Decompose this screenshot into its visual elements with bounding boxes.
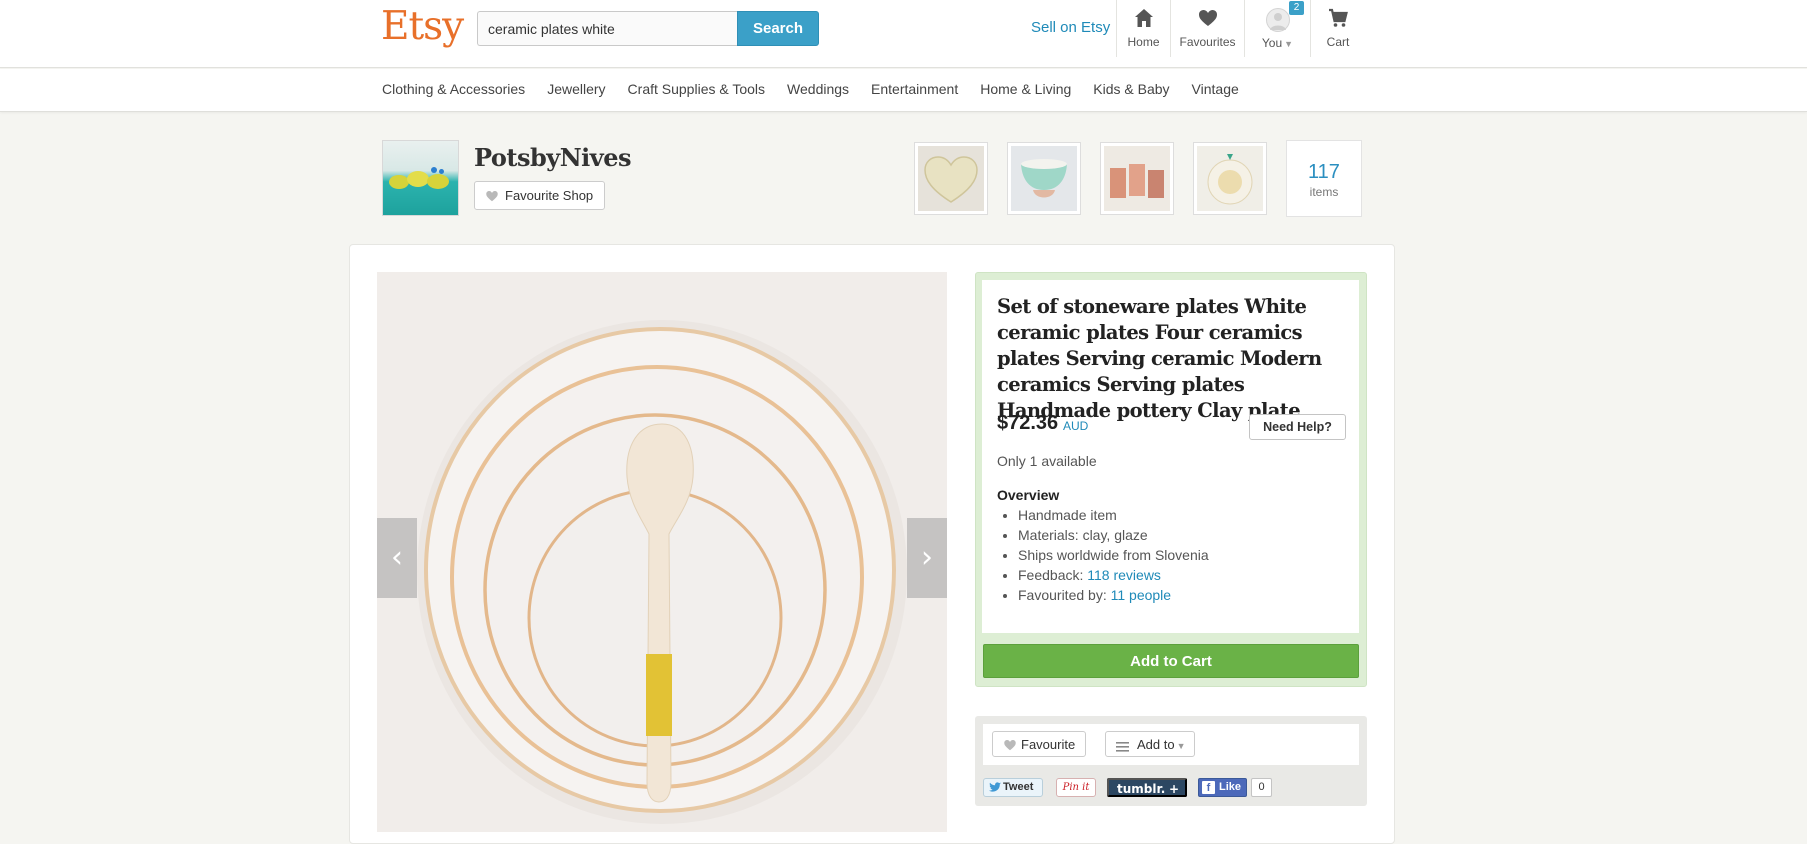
site-header: Etsy Search Sell on Etsy Home Favourites… [0, 0, 1807, 68]
facebook-like-count: 0 [1251, 778, 1272, 797]
chevron-right-icon: › [921, 540, 933, 575]
nav-favourites-label: Favourites [1179, 35, 1236, 49]
favourite-shop-button[interactable]: Favourite Shop [474, 181, 605, 210]
category-entertainment[interactable]: Entertainment [871, 81, 958, 97]
pin-it-button[interactable]: Pin it [1056, 778, 1096, 797]
category-nav: Clothing & Accessories Jewellery Craft S… [0, 69, 1807, 112]
items-label: items [1309, 185, 1339, 199]
category-clothing-accessories[interactable]: Clothing & Accessories [382, 81, 525, 97]
tweet-button[interactable]: Tweet [983, 778, 1043, 797]
facebook-like-label: Like [1219, 781, 1242, 793]
category-kids-baby[interactable]: Kids & Baby [1093, 81, 1169, 97]
thumbnail-image [1197, 146, 1263, 211]
list-item: Favourited by: 11 people [1018, 586, 1209, 606]
notification-badge: 2 [1289, 1, 1304, 15]
twitter-bird-icon [989, 782, 1001, 799]
thumbnail-image [1104, 146, 1170, 211]
sell-on-etsy-link[interactable]: Sell on Etsy [1031, 19, 1110, 36]
category-craft-supplies[interactable]: Craft Supplies & Tools [628, 81, 765, 97]
search-input[interactable] [477, 11, 738, 46]
shop-avatar[interactable] [382, 140, 459, 216]
next-image-arrow[interactable]: › [907, 518, 947, 598]
overview-heading: Overview [997, 487, 1060, 503]
nav-home[interactable]: Home [1116, 0, 1170, 57]
shop-item-thumbnail[interactable] [914, 142, 988, 215]
nav-home-label: Home [1127, 35, 1160, 49]
listing-title: Set of stoneware plates White ceramic pl… [997, 295, 1322, 422]
list-item: Materials: clay, glaze [1018, 526, 1209, 546]
nav-cart[interactable]: Cart [1310, 0, 1365, 57]
shop-item-thumbnail[interactable] [1193, 142, 1267, 215]
etsy-logo[interactable]: Etsy [381, 4, 464, 49]
tweet-label: Tweet [1003, 781, 1034, 793]
heart-icon [485, 189, 499, 205]
shop-name[interactable]: PotsbyNives [474, 143, 632, 172]
tumblr-share-button[interactable]: tumblr. + [1107, 778, 1187, 797]
favourited-people-link[interactable]: 11 people [1111, 587, 1171, 603]
chevron-down-icon: ▼ [1284, 39, 1294, 49]
category-home-living[interactable]: Home & Living [980, 81, 1071, 97]
shop-item-thumbnail[interactable] [1007, 142, 1081, 215]
favourite-shop-label: Favourite Shop [505, 188, 594, 203]
previous-image-arrow[interactable]: ‹ [377, 518, 417, 598]
currency-selector[interactable]: AUD [1063, 419, 1088, 433]
listing-photo[interactable] [377, 272, 947, 832]
favourite-item-label: Favourite [1021, 736, 1076, 752]
add-to-label: Add to [1137, 736, 1175, 752]
nav-cart-label: Cart [1326, 35, 1350, 49]
chevron-left-icon: ‹ [391, 540, 403, 575]
chevron-down-icon: ▼ [1176, 740, 1186, 751]
availability-text: Only 1 available [997, 453, 1097, 469]
listing-price: $72.36 [997, 412, 1059, 434]
list-item: Handmade item [1018, 506, 1209, 526]
overview-list: Handmade item Materials: clay, glaze Shi… [1018, 506, 1209, 606]
shop-item-thumbnail[interactable] [1100, 142, 1174, 215]
reviews-link[interactable]: 118 reviews [1087, 567, 1161, 583]
nav-favourites[interactable]: Favourites [1170, 0, 1244, 57]
plus-icon: + [1168, 782, 1179, 796]
add-to-list-button[interactable]: Add to ▼ [1105, 731, 1195, 757]
category-vintage[interactable]: Vintage [1192, 81, 1239, 97]
list-icon [1116, 740, 1129, 755]
need-help-button[interactable]: Need Help? [1249, 414, 1346, 440]
category-weddings[interactable]: Weddings [787, 81, 849, 97]
items-count: 117 [1308, 161, 1340, 183]
facebook-like-button[interactable]: f Like [1198, 778, 1247, 797]
thumbnail-image [1011, 146, 1077, 211]
tumblr-label: tumblr. [1117, 782, 1166, 796]
home-icon [1117, 7, 1170, 33]
add-to-cart-button[interactable]: Add to Cart [983, 644, 1359, 678]
nav-you-label: You [1261, 36, 1283, 50]
search-button[interactable]: Search [737, 11, 819, 46]
favourited-label: Favourited by: [1018, 587, 1111, 603]
shop-items-count[interactable]: 117 items [1286, 140, 1362, 217]
heart-icon [1171, 7, 1244, 33]
list-item: Ships worldwide from Slovenia [1018, 546, 1209, 566]
favourite-item-button[interactable]: Favourite [992, 731, 1086, 757]
category-jewellery[interactable]: Jewellery [547, 81, 605, 97]
feedback-label: Feedback: [1018, 567, 1088, 583]
list-item: Feedback: 118 reviews [1018, 566, 1209, 586]
facebook-icon: f [1202, 781, 1215, 794]
cart-icon [1311, 7, 1365, 33]
heart-icon [1003, 738, 1017, 754]
thumbnail-image [918, 146, 984, 211]
